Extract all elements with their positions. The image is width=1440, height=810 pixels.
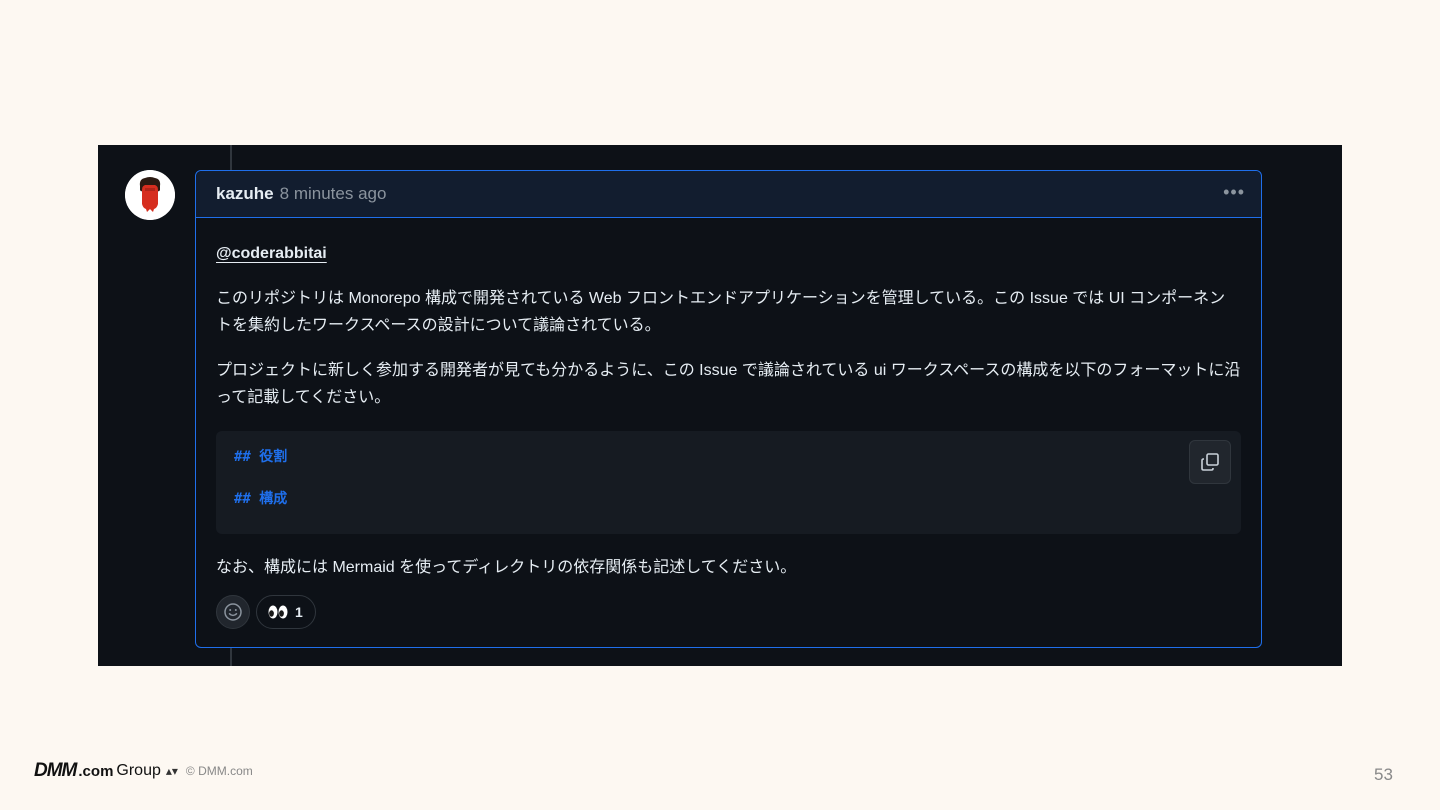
logo-com-text: .com xyxy=(78,762,114,780)
code-block: ## 役割 ## 構成 xyxy=(216,431,1241,534)
author-name[interactable]: kazuhe xyxy=(216,184,274,204)
timeline-line xyxy=(230,145,232,171)
logo-dmm-text: DMM xyxy=(34,760,77,781)
paragraph: なお、構成には Mermaid を使ってディレクトリの依存関係も記述してください… xyxy=(216,559,797,576)
user-mention-link[interactable]: @coderabbitai xyxy=(216,240,327,267)
github-issue-comment-screenshot: kazuhe 8 minutes ago ••• @coderabbitai こ… xyxy=(98,145,1342,666)
comment-timestamp[interactable]: 8 minutes ago xyxy=(280,184,387,204)
copy-icon xyxy=(1201,453,1219,471)
paragraph: プロジェクトに新しく参加する開発者が見ても分かるように、この Issue で議論… xyxy=(216,362,1241,406)
copyright-text: © DMM.com xyxy=(185,764,253,778)
page-number: 53 xyxy=(1374,765,1393,784)
copy-button[interactable] xyxy=(1189,440,1231,484)
avatar[interactable] xyxy=(125,170,175,220)
logo-mark-icon: ▴▾ xyxy=(165,764,178,778)
logo-group-text: Group xyxy=(116,762,161,779)
company-logo: DMM .com Group ▴▾ © DMM.com xyxy=(34,760,253,782)
add-reaction-button[interactable] xyxy=(216,595,250,629)
reaction-count: 1 xyxy=(295,603,303,620)
reaction-eyes-button[interactable]: 1 xyxy=(256,595,316,629)
eyes-icon xyxy=(268,605,288,619)
smiley-icon xyxy=(224,603,242,621)
code-line: ## 役割 xyxy=(234,449,288,465)
reactions-bar: 1 xyxy=(216,595,1241,629)
comment-header: kazuhe 8 minutes ago ••• xyxy=(196,171,1261,218)
paragraph: このリポジトリは Monorepo 構成で開発されている Web フロントエンド… xyxy=(216,290,1226,334)
timeline-line xyxy=(230,648,232,666)
comment-body: @coderabbitai このリポジトリは Monorepo 構成で開発されて… xyxy=(196,218,1261,629)
comment-box: kazuhe 8 minutes ago ••• @coderabbitai こ… xyxy=(195,170,1262,648)
kebab-horizontal-icon[interactable]: ••• xyxy=(1223,183,1245,201)
code-line: ## 構成 xyxy=(234,491,288,507)
